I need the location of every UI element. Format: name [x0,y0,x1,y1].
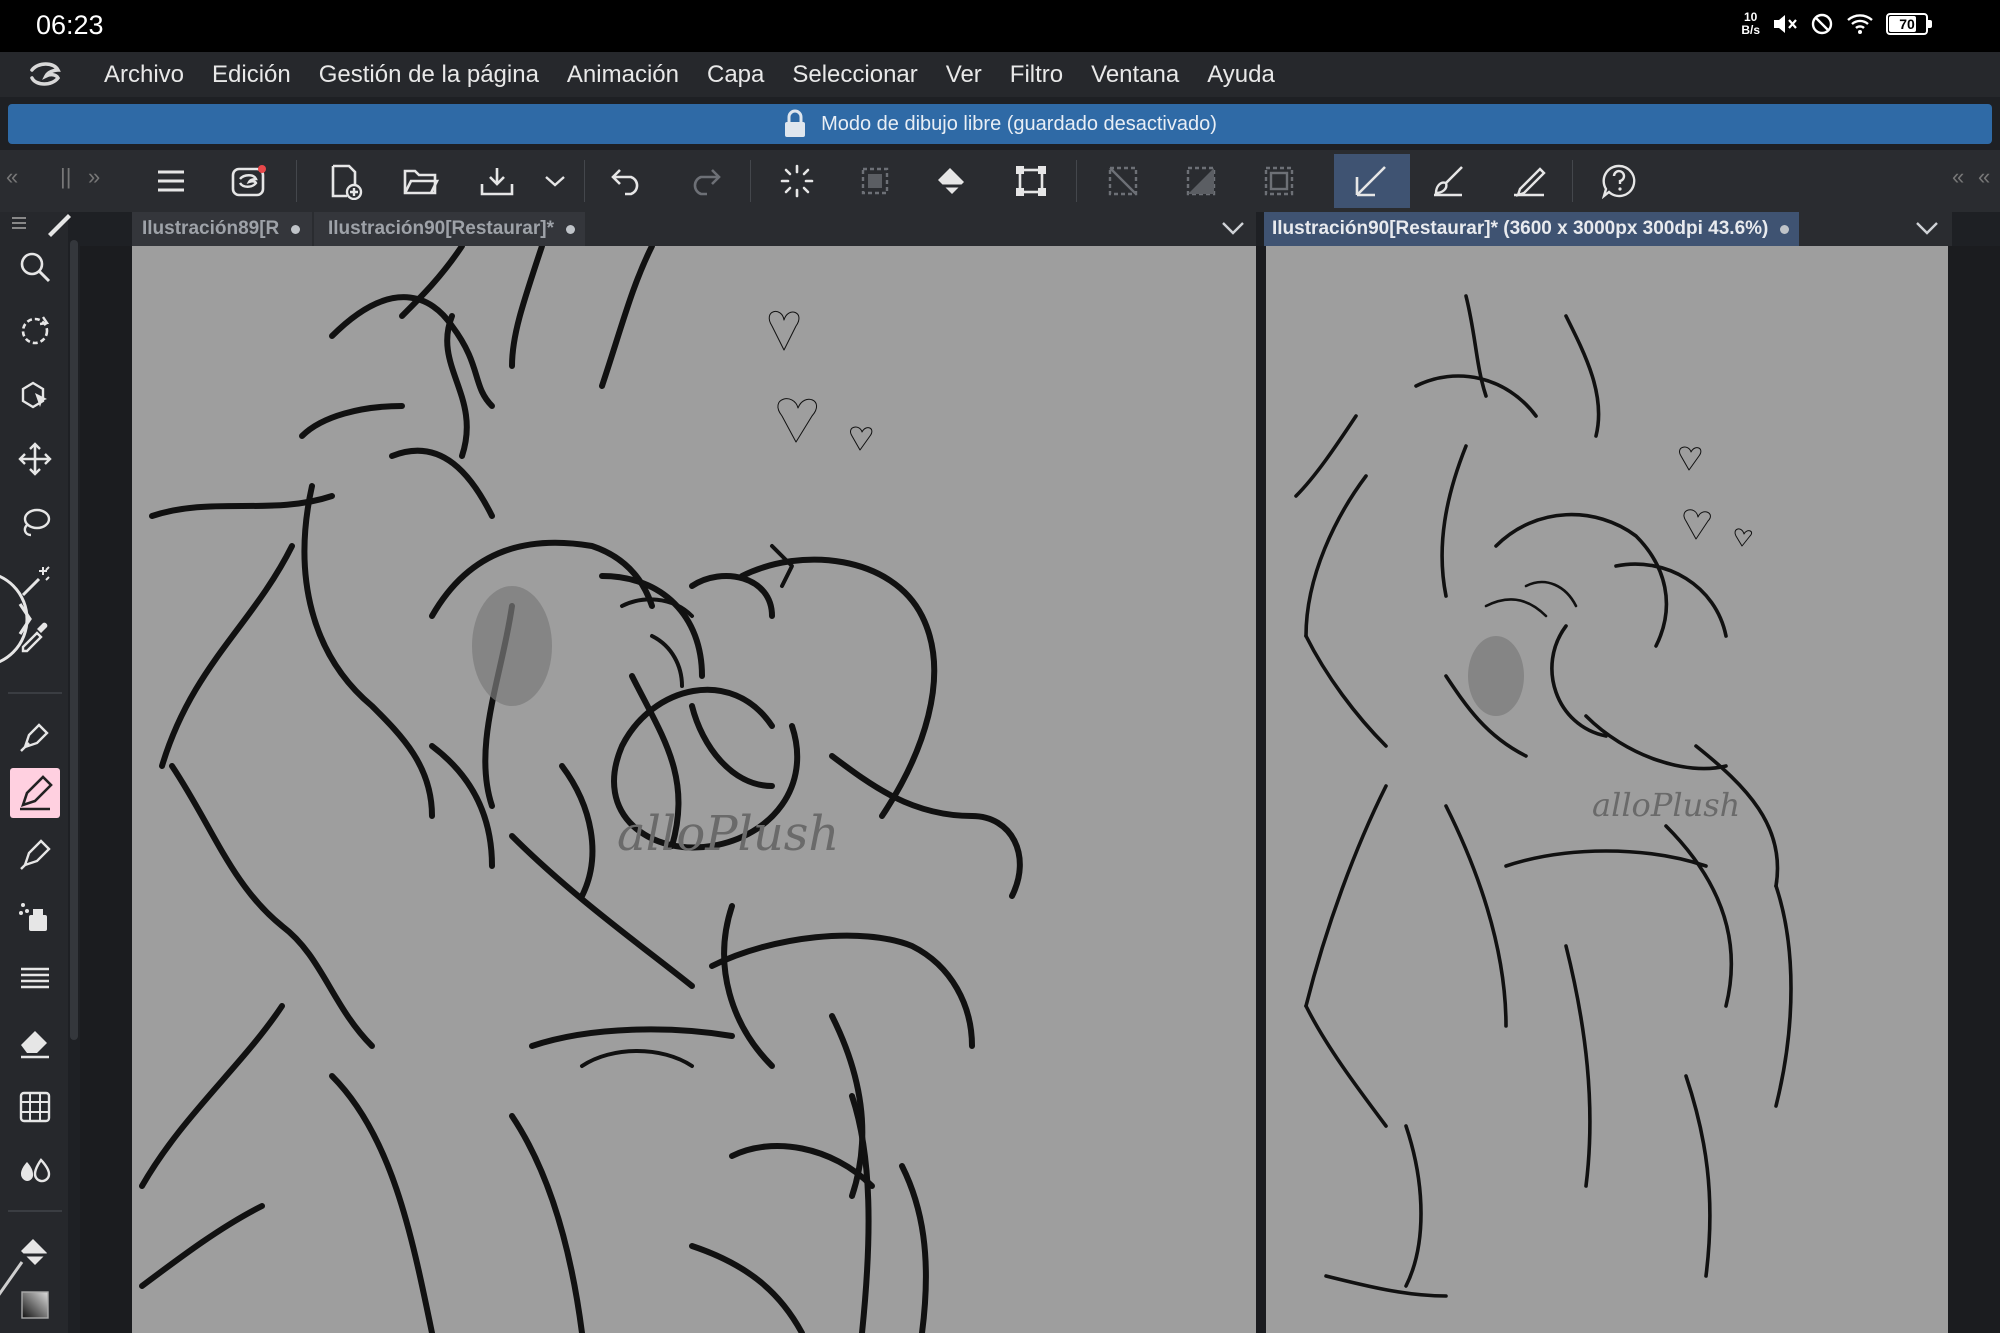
menu-animacion[interactable]: Animación [553,61,693,89]
status-bar: 06:23 10 B/s 70 [0,0,2000,52]
left-canvas[interactable]: alloPlush [132,246,1256,1333]
undo-icon[interactable] [592,154,662,208]
menu-bar: Archivo Edición Gestión de la página Ani… [0,52,2000,97]
redo-icon[interactable] [670,154,740,208]
net-speed: 10 B/s [1741,11,1760,37]
watermark-left: alloPlush [617,806,840,862]
collapse-right-icon[interactable]: « [1952,164,1964,190]
mute-icon [1774,15,1797,33]
right-canvas[interactable]: alloPlush [1266,246,1948,1333]
move-icon[interactable] [10,434,60,484]
unsaved-dot [565,224,575,234]
menu-archivo[interactable]: Archivo [90,61,198,89]
stylus-shortcut-icon[interactable] [0,1258,28,1300]
menu-ver[interactable]: Ver [932,61,996,89]
expand-right-icon[interactable]: « [1978,164,1990,190]
menu-icon[interactable] [136,154,206,208]
pen-icon[interactable] [10,712,60,762]
clip-studio-logo-icon [30,61,61,86]
battery-icon: 70 [1886,13,1932,35]
clear-selection-icon[interactable] [840,154,910,208]
panel-grip-icon[interactable]: || [60,164,71,190]
menu-seleccionar[interactable]: Seleccionar [778,61,931,89]
brush-stabilize-icon[interactable] [1414,154,1484,208]
deselect-icon[interactable] [1088,154,1158,208]
airbrush-icon[interactable] [10,892,60,942]
lasso-icon[interactable] [10,498,60,548]
grid-icon[interactable] [10,1082,60,1132]
tab-label: Ilustración89[R [142,218,280,239]
tab-list-chevron-icon[interactable] [1914,218,1940,238]
tab-label: Ilustración90[Restaurar]* (3600 x 3000px… [1272,218,1769,239]
app-logo[interactable] [0,60,90,90]
battery-level: 70 [1899,16,1915,32]
tab-ilustracion90[interactable]: Ilustración90[Restaurar]* [314,212,585,246]
unsaved-dot [1780,224,1790,234]
watermark-right: alloPlush [1592,786,1741,824]
clock: 06:23 [36,10,104,40]
status-icons: 10 B/s 70 [1741,11,1932,37]
left-canvas-tabbar: Ilustración89[R Ilustración90[Restaurar]… [132,212,1256,246]
menu-capa[interactable]: Capa [693,61,778,89]
sketch-drawing-left [139,246,1023,1333]
show-selection-icon[interactable] [1244,154,1314,208]
tool-scrollbar[interactable] [70,240,78,1040]
tab-ilustracion90-active[interactable]: Ilustración90[Restaurar]* (3600 x 3000px… [1264,212,1800,246]
clip-studio-icon[interactable] [214,154,284,208]
panel-menu-icon[interactable] [8,212,30,234]
sub-tool-pen-icon[interactable] [44,212,74,238]
menu-edicion[interactable]: Edición [198,61,305,89]
menu-ventana[interactable]: Ventana [1077,61,1193,89]
brush-icon[interactable] [10,830,60,880]
expand-left-icon[interactable]: » [88,164,100,190]
banner-text: Modo de dibujo libre (guardado desactiva… [821,112,1217,135]
lines-icon[interactable] [10,954,60,1004]
new-canvas-icon[interactable] [310,154,380,208]
tool-palette [0,212,71,1333]
save-icon[interactable] [462,154,532,208]
menu-filtro[interactable]: Filtro [996,61,1077,89]
blend-icon[interactable] [10,1144,60,1194]
pencil-icon[interactable] [10,768,60,818]
open-folder-icon[interactable] [386,154,456,208]
menu-ayuda[interactable]: Ayuda [1193,61,1289,89]
rotate-icon[interactable] [10,306,60,356]
loading-icon[interactable] [762,154,832,208]
command-bar: « || » « « [0,150,2000,212]
lock-icon [785,109,806,137]
unsaved-dot [291,224,301,234]
right-canvas-tabbar: Ilustración90[Restaurar]* (3600 x 3000px… [1264,212,1952,246]
free-draw-mode-banner[interactable]: Modo de dibujo libre (guardado desactiva… [8,104,1992,144]
do-not-disturb-icon [1811,13,1833,35]
collapse-left-icon[interactable]: « [6,164,18,190]
tab-label: Ilustración90[Restaurar]* [328,218,554,239]
help-icon[interactable] [1584,154,1654,208]
menu-gestion-pagina[interactable]: Gestión de la página [305,61,553,89]
side-panel-handle-icon[interactable] [0,566,48,672]
more-chevron-icon[interactable] [530,154,580,208]
fill-icon[interactable] [918,154,988,208]
tab-ilustracion89[interactable]: Ilustración89[R [132,212,312,246]
pen-angle-icon[interactable] [1334,154,1410,208]
transform-icon[interactable] [996,154,1066,208]
zoom-icon[interactable] [10,242,60,292]
object-select-icon[interactable] [10,370,60,420]
wifi-icon [1847,14,1873,34]
net-speed-unit: B/s [1741,23,1760,37]
eraser-icon[interactable] [10,1018,60,1068]
invert-selection-icon[interactable] [1166,154,1236,208]
tab-list-chevron-icon[interactable] [1220,218,1246,238]
pen-pressure-icon[interactable] [1494,154,1564,208]
